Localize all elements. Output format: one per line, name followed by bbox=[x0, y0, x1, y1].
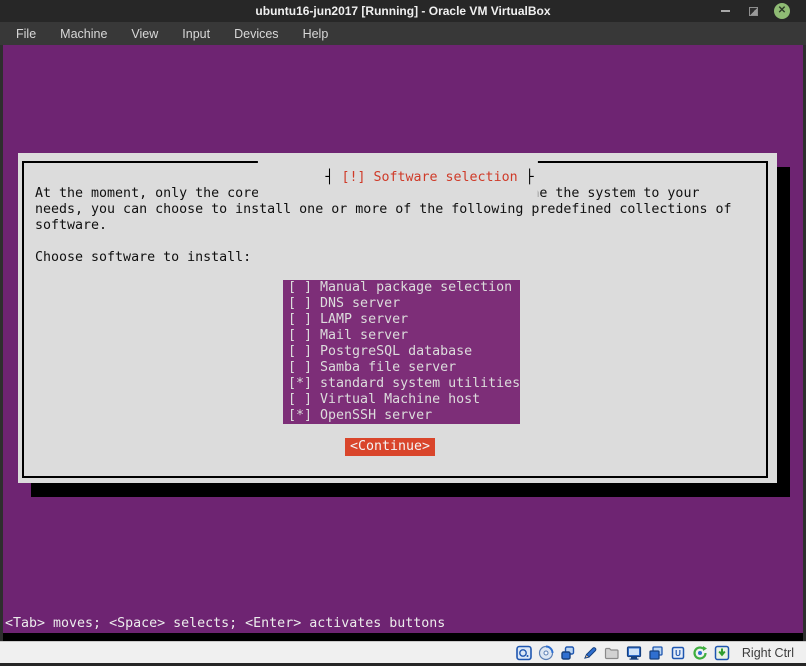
dialog-title-text: [!] Software selection bbox=[341, 170, 517, 185]
software-selection-dialog: ┤[!] Software selection├ At the moment, … bbox=[18, 153, 777, 483]
package-label: Mail server bbox=[320, 328, 408, 343]
choose-software-prompt: Choose software to install: bbox=[35, 250, 251, 266]
border-connector-left: ┤ bbox=[325, 170, 333, 185]
minimize-icon bbox=[721, 10, 730, 12]
body-text-line: software. bbox=[35, 218, 107, 234]
features-chip-icon[interactable]: U bbox=[670, 645, 686, 661]
package-label: Virtual Machine host bbox=[320, 392, 480, 407]
window-title: ubuntu16-jun2017 [Running] - Oracle VM V… bbox=[0, 0, 806, 22]
hard-disk-icon[interactable] bbox=[516, 645, 532, 661]
package-row-postgresql-database[interactable]: [ ] PostgreSQL database bbox=[288, 344, 520, 360]
host-key-label: Right Ctrl bbox=[742, 646, 794, 660]
keyboard-capture-icon[interactable] bbox=[714, 645, 730, 661]
package-row-lamp-server[interactable]: [ ] LAMP server bbox=[288, 312, 520, 328]
package-list[interactable]: [ ] Manual package selection [ ] DNS ser… bbox=[283, 280, 520, 424]
display-icon[interactable] bbox=[626, 645, 642, 661]
menu-machine[interactable]: Machine bbox=[60, 27, 107, 41]
package-label: Samba file server bbox=[320, 360, 456, 375]
restore-icon bbox=[749, 7, 758, 16]
package-row-openssh-server[interactable]: [*] OpenSSH server bbox=[288, 408, 520, 424]
menu-devices[interactable]: Devices bbox=[234, 27, 278, 41]
package-label: PostgreSQL database bbox=[320, 344, 472, 359]
package-row-mail-server[interactable]: [ ] Mail server bbox=[288, 328, 520, 344]
network-icon[interactable] bbox=[560, 645, 576, 661]
menu-file[interactable]: File bbox=[16, 27, 36, 41]
minimize-button[interactable] bbox=[718, 4, 732, 18]
package-row-virtual-machine-host[interactable]: [ ] Virtual Machine host bbox=[288, 392, 520, 408]
virtualbox-window: ubuntu16-jun2017 [Running] - Oracle VM V… bbox=[0, 0, 806, 666]
window-controls: ✕ bbox=[718, 0, 790, 22]
menu-view[interactable]: View bbox=[131, 27, 158, 41]
mouse-integration-icon[interactable] bbox=[692, 645, 708, 661]
statusbar: U Right Ctrl bbox=[0, 641, 806, 663]
body-text-line: needs, you can choose to install one or … bbox=[35, 202, 731, 218]
keyboard-help-text: <Tab> moves; <Space> selects; <Enter> ac… bbox=[5, 616, 445, 632]
checkbox: [ ] bbox=[288, 392, 320, 407]
checkbox: [ ] bbox=[288, 280, 320, 295]
titlebar: ubuntu16-jun2017 [Running] - Oracle VM V… bbox=[0, 0, 806, 22]
menu-input[interactable]: Input bbox=[182, 27, 210, 41]
package-label: DNS server bbox=[320, 296, 400, 311]
checkbox: [ ] bbox=[288, 296, 320, 311]
serial-port-icon[interactable] bbox=[582, 645, 598, 661]
svg-text:U: U bbox=[675, 649, 681, 658]
restore-button[interactable] bbox=[746, 4, 760, 18]
optical-disc-icon[interactable] bbox=[538, 645, 554, 661]
vm-screen[interactable]: ┤[!] Software selection├ At the moment, … bbox=[3, 45, 803, 641]
package-row-samba-file-server[interactable]: [ ] Samba file server bbox=[288, 360, 520, 376]
dialog-title: ┤ [!] Software selection ├ bbox=[257, 154, 537, 202]
checkbox: [ ] bbox=[288, 344, 320, 359]
shared-folders-icon[interactable] bbox=[604, 645, 620, 661]
checkbox: [ ] bbox=[288, 312, 320, 327]
package-row-dns-server[interactable]: [ ] DNS server bbox=[288, 296, 520, 312]
package-label: Manual package selection bbox=[320, 280, 512, 295]
continue-button[interactable]: <Continue> bbox=[345, 438, 435, 456]
menu-help[interactable]: Help bbox=[303, 27, 329, 41]
checkbox-checked: [*] bbox=[288, 376, 320, 391]
package-label: standard system utilities bbox=[320, 376, 520, 391]
package-row-standard-system-utilities[interactable]: [*] standard system utilities bbox=[288, 376, 520, 392]
package-row-manual-package-selection[interactable]: [ ] Manual package selection bbox=[288, 280, 520, 296]
package-label: OpenSSH server bbox=[320, 408, 432, 423]
package-label: LAMP server bbox=[320, 312, 408, 327]
console-black-strip bbox=[3, 633, 803, 641]
checkbox-checked: [*] bbox=[288, 408, 320, 423]
checkbox: [ ] bbox=[288, 360, 320, 375]
close-button[interactable]: ✕ bbox=[774, 3, 790, 19]
menubar: File Machine View Input Devices Help bbox=[0, 22, 806, 45]
border-connector-right: ├ bbox=[526, 170, 534, 185]
checkbox: [ ] bbox=[288, 328, 320, 343]
video-capture-icon[interactable] bbox=[648, 645, 664, 661]
